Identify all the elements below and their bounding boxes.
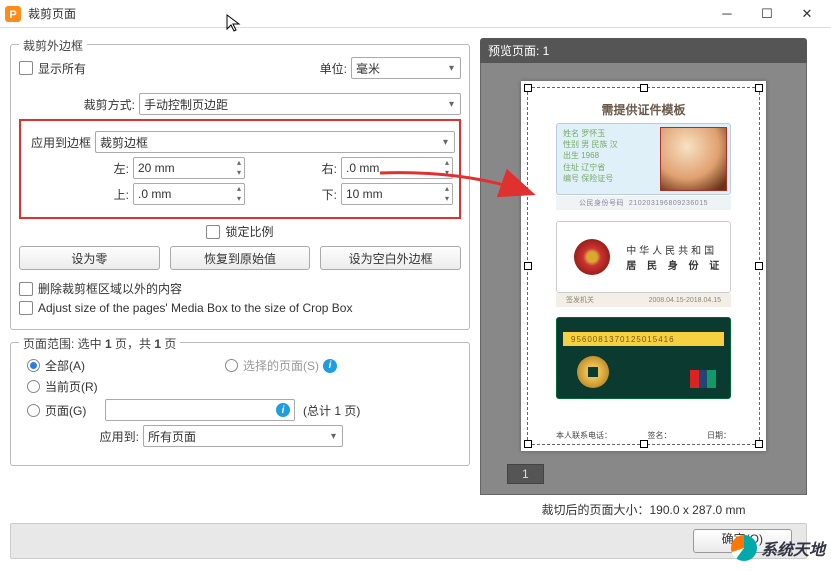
unit-label: 单位:	[307, 60, 347, 77]
crop-handle-e[interactable]	[755, 262, 763, 270]
unionpay-icon	[690, 370, 716, 388]
top-margin-input[interactable]: .0 mm	[133, 183, 245, 205]
range-current-label: 当前页(R)	[45, 378, 98, 395]
crop-method-select[interactable]: 手动控制页边距	[139, 93, 461, 115]
apply-box-select[interactable]: 裁剪边框	[95, 131, 455, 153]
unit-select[interactable]: 毫米	[351, 57, 461, 79]
titlebar: P 裁剪页面 ─ ☐ ✕	[0, 0, 831, 28]
highlighted-margins-area: 应用到边框 裁剪边框 左: 20 mm 右: .0 mm 上: .0 mm 下:…	[19, 119, 461, 219]
set-blank-button[interactable]: 设为空白外边框	[320, 246, 461, 270]
crop-handle-sw[interactable]	[524, 440, 532, 448]
range-all-label: 全部(A)	[45, 357, 85, 374]
set-zero-button[interactable]: 设为零	[19, 246, 160, 270]
page-tab[interactable]: 1	[507, 464, 544, 484]
id-photo	[660, 127, 727, 191]
bottom-margin-label: 下:	[245, 186, 337, 203]
total-pages-label: (总计 1 页)	[303, 402, 360, 419]
show-all-checkbox[interactable]	[19, 61, 33, 75]
apply-to-label: 应用到:	[27, 428, 139, 445]
doc-title: 需提供证件模板	[521, 101, 766, 118]
crop-handle-se[interactable]	[755, 440, 763, 448]
id-number-strip: 公民身份号码 210203196809236015	[556, 196, 731, 210]
minimize-button[interactable]: ─	[707, 0, 747, 28]
lock-ratio-label: 锁定比例	[225, 223, 273, 240]
watermark-icon	[731, 535, 757, 561]
id-card-back: 中华人民共和国居 民 身 份 证	[556, 221, 731, 293]
cropped-size-label: 裁切后的页面大小：190.0 x 287.0 mm	[480, 501, 807, 518]
page-range-group: 页面范围: 选中 1 页，共 1 页 全部(A) 选择的页面(S) i 当前页(…	[10, 342, 470, 466]
range-selected-radio[interactable]	[225, 359, 238, 372]
emblem-icon	[574, 239, 610, 275]
app-icon: P	[4, 5, 22, 23]
crop-handle-s[interactable]	[640, 440, 648, 448]
bank-number: 9560081370125015416	[563, 332, 724, 346]
range-current-radio[interactable]	[27, 380, 40, 393]
remove-outside-label: 删除裁剪框区域以外的内容	[38, 280, 182, 297]
range-page-label: 页面(G)	[45, 402, 105, 419]
reset-button[interactable]: 恢复到原始值	[170, 246, 311, 270]
close-button[interactable]: ✕	[787, 0, 827, 28]
crop-margins-group: 裁剪外边框 显示所有 单位: 毫米 裁剪方式: 手动控制页边距 应用到边框 裁剪…	[10, 44, 470, 330]
preview-header: 预览页面: 1	[480, 38, 807, 63]
window-title: 裁剪页面	[28, 5, 707, 22]
left-margin-label: 左:	[25, 160, 129, 177]
page-range-input[interactable]: i	[105, 399, 295, 421]
right-margin-label: 右:	[245, 160, 337, 177]
dialog-footer: 确定(O)	[10, 523, 807, 559]
top-margin-label: 上:	[25, 186, 129, 203]
crop-method-label: 裁剪方式:	[19, 96, 135, 113]
apply-box-label: 应用到边框	[25, 134, 91, 151]
crop-group-title: 裁剪外边框	[19, 37, 87, 54]
right-margin-input[interactable]: .0 mm	[341, 157, 453, 179]
crop-handle-ne[interactable]	[755, 84, 763, 92]
adjust-media-label: Adjust size of the pages' Media Box to t…	[38, 301, 352, 315]
show-all-label: 显示所有	[38, 60, 86, 77]
range-page-radio[interactable]	[27, 404, 40, 417]
left-margin-input[interactable]: 20 mm	[133, 157, 245, 179]
remove-outside-checkbox[interactable]	[19, 282, 33, 296]
bank-card: 9560081370125015416	[556, 317, 731, 399]
watermark: 系统天地	[731, 535, 825, 561]
crop-handle-w[interactable]	[524, 262, 532, 270]
bottom-margin-input[interactable]: 10 mm	[341, 183, 453, 205]
apply-to-select[interactable]: 所有页面	[143, 425, 343, 447]
maximize-button[interactable]: ☐	[747, 0, 787, 28]
range-selected-label: 选择的页面(S)	[243, 357, 319, 374]
range-all-radio[interactable]	[27, 359, 40, 372]
crop-handle-nw[interactable]	[524, 84, 532, 92]
id-card-front: 姓名 罗怀玉性别 男 民族 汉出生 1968住址 辽宁省编号 保险证号	[556, 123, 731, 195]
adjust-media-checkbox[interactable]	[19, 301, 33, 315]
coin-icon	[577, 356, 609, 388]
info-icon[interactable]: i	[323, 359, 337, 373]
signature-row: 本人联系电话：签名：日期：	[556, 430, 731, 441]
info-icon[interactable]: i	[276, 403, 290, 417]
svg-text:P: P	[9, 9, 16, 21]
preview-area: 需提供证件模板 姓名 罗怀玉性别 男 民族 汉出生 1968住址 辽宁省编号 保…	[480, 63, 807, 495]
crop-handle-n[interactable]	[640, 84, 648, 92]
preview-page[interactable]: 需提供证件模板 姓名 罗怀玉性别 男 民族 汉出生 1968住址 辽宁省编号 保…	[521, 81, 766, 451]
lock-ratio-checkbox[interactable]	[206, 225, 220, 239]
id-validity-strip: 签发机关2008.04.15-2018.04.15	[556, 293, 731, 307]
page-range-title: 页面范围: 选中 1 页，共 1 页	[19, 335, 180, 352]
